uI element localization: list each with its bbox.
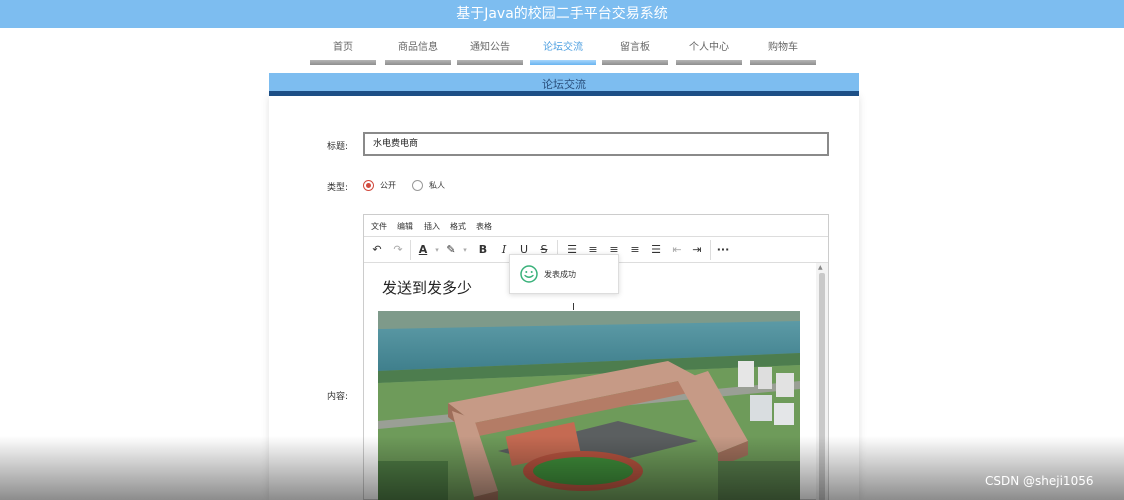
editor-menubar: 文件 编辑 插入 格式 表格	[364, 215, 828, 237]
site-title: 基于Java的校园二手平台交易系统	[456, 6, 668, 22]
menu-format[interactable]: 格式	[450, 221, 466, 232]
more-icon[interactable]: ···	[716, 243, 730, 257]
radio-circle	[412, 180, 423, 191]
menu-edit[interactable]: 编辑	[397, 221, 413, 232]
editor-content[interactable]: 发送到发多少 ▲	[364, 263, 828, 500]
outdent-icon[interactable]: ⇤	[670, 243, 684, 257]
content-heading[interactable]: 发送到发多少	[382, 277, 472, 298]
text-color-icon[interactable]: A	[416, 243, 430, 257]
scroll-up-icon[interactable]: ▲	[818, 264, 823, 271]
nav-bar	[385, 60, 451, 65]
nav-item-notices[interactable]: 通知公告	[457, 40, 523, 65]
menu-file[interactable]: 文件	[371, 221, 387, 232]
highlight-icon[interactable]: ✎	[444, 243, 458, 257]
top-banner: 基于Java的校园二手平台交易系统	[0, 0, 1124, 28]
nav-item-cart[interactable]: 购物车	[750, 40, 816, 65]
radio-label: 私人	[429, 181, 445, 190]
nav-item-home[interactable]: 首页	[310, 40, 376, 65]
nav-label: 首页	[333, 42, 353, 53]
nav-bar	[676, 60, 742, 65]
campus-aerial-illustration	[378, 311, 800, 500]
radio-circle	[363, 180, 374, 191]
panel-title: 论坛交流	[542, 78, 586, 91]
title-label: 标题:	[327, 142, 349, 152]
watermark: CSDN @sheji1056	[985, 474, 1094, 488]
chevron-down-icon[interactable]: ▾	[458, 243, 472, 257]
nav-label: 个人中心	[689, 42, 729, 53]
nav-bar	[457, 60, 523, 65]
campus-image[interactable]	[378, 311, 800, 500]
indent-icon[interactable]: ⇥	[690, 243, 704, 257]
toolbar-divider	[710, 240, 711, 260]
align-right-icon[interactable]: ≡	[628, 243, 642, 257]
nav-bar	[750, 60, 816, 65]
nav-item-products[interactable]: 商品信息	[385, 40, 451, 65]
nav-bar	[602, 60, 668, 65]
menu-insert[interactable]: 插入	[424, 221, 440, 232]
nav-bar	[310, 60, 376, 65]
nav-label: 留言板	[620, 42, 650, 53]
toolbar-divider	[410, 240, 411, 260]
nav-label: 通知公告	[470, 42, 510, 53]
radio-label: 公开	[380, 181, 396, 190]
editor-scrollbar[interactable]: ▲	[816, 263, 828, 500]
text-cursor-icon: I	[572, 302, 575, 313]
nav-label: 商品信息	[398, 42, 438, 53]
nav-item-profile[interactable]: 个人中心	[676, 40, 742, 65]
radio-public[interactable]: 公开	[363, 180, 396, 191]
success-toast: 发表成功	[509, 254, 619, 294]
align-justify-icon[interactable]: ☰	[649, 243, 663, 257]
chevron-down-icon[interactable]: ▾	[430, 243, 444, 257]
type-label: 类型:	[327, 183, 349, 193]
nav-item-messages[interactable]: 留言板	[602, 40, 668, 65]
nav-bar	[530, 60, 596, 65]
nav-label: 购物车	[768, 42, 798, 53]
undo-icon[interactable]: ↶	[370, 243, 384, 257]
toast-message: 发表成功	[544, 270, 576, 279]
radio-private[interactable]: 私人	[412, 180, 445, 191]
scrollbar-thumb[interactable]	[819, 273, 825, 500]
menu-table[interactable]: 表格	[476, 221, 492, 232]
title-input[interactable]: 水电费电商	[363, 132, 829, 156]
nav-label: 论坛交流	[543, 42, 583, 53]
bold-icon[interactable]: B	[476, 243, 490, 257]
panel-header: 论坛交流	[269, 73, 859, 96]
content-label: 内容:	[327, 392, 349, 402]
nav-item-forum[interactable]: 论坛交流	[530, 40, 596, 65]
smile-icon	[520, 265, 538, 287]
redo-icon[interactable]: ↷	[391, 243, 405, 257]
